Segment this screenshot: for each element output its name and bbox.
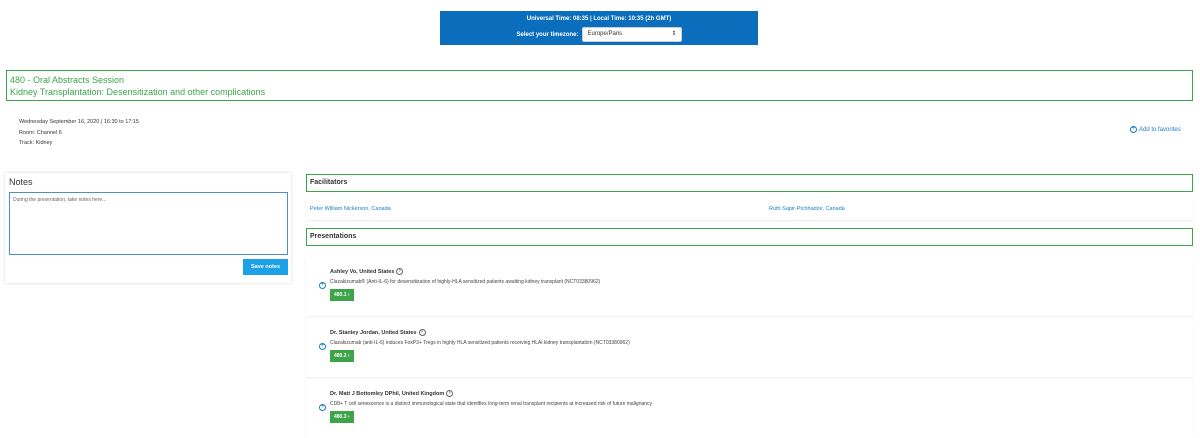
notes-textarea[interactable]: During the presentation, take notes here… [9,192,288,255]
presentation-title: CD8+ T cell senescence is a distinct imm… [330,401,653,407]
session-track: Track: Kidney [19,140,53,146]
session-meta: Wednesday September 16, 2020 | 16:30 to … [19,117,139,149]
arrow-circle-icon: › [418,329,426,336]
facilitator-link[interactable]: Ruth Sapir-Pichhadze, Canada [769,206,845,212]
presentation-author[interactable]: Dr. Matt J Bottomley DPhil, United Kingd… [330,390,454,397]
expand-plus-icon[interactable]: + [319,404,326,411]
timezone-select[interactable]: Europe/Paris ⇕ [581,27,682,42]
facilitators-heading: Facilitators [306,174,1193,192]
plus-circle-icon: + [1130,126,1137,133]
notes-panel: Notes During the presentation, take note… [5,173,291,283]
presentation-item: Ashley Vo, United States › + Clazakizuma… [306,258,1193,316]
timezone-bar: Universal Time: 08:35 | Local Time: 10:3… [440,11,758,45]
session-room: Room: Channel 6 [19,129,62,136]
session-number: 480 - Oral Abstracts Session [10,75,125,85]
expand-plus-icon[interactable]: + [319,282,326,289]
save-notes-button[interactable]: Save notes [243,259,288,275]
session-title: Kidney Transplantation: Desensitization … [10,87,266,97]
arrow-circle-icon: › [446,390,454,397]
arrow-circle-icon: › [396,268,404,275]
notes-title: Notes [9,177,33,187]
expand-plus-icon[interactable]: + [319,343,326,350]
presentation-item: Dr. Stanley Jordan, United States › + Cl… [306,319,1193,377]
facilitator-link[interactable]: Peter William Nickerson, Canada [310,206,391,212]
timezone-select-value: Europe/Paris [587,31,623,37]
presentation-item: Dr. Matt J Bottomley DPhil, United Kingd… [306,380,1193,438]
presentations-heading: Presentations [306,228,1193,246]
add-to-favorites-label: Add to favorites [1139,126,1181,133]
author-name: Dr. Stanley Jordan, United States [330,329,417,336]
presentation-title: Clazakizumab (anti-IL-6) induces FoxP3+ … [330,340,630,346]
presentation-code-badge[interactable]: 480.3 › [330,411,354,423]
time-display: Universal Time: 08:35 | Local Time: 10:3… [526,16,672,22]
presentation-author[interactable]: Ashley Vo, United States › [330,268,404,275]
presentation-code-badge[interactable]: 480.1 › [330,289,354,301]
chevron-updown-icon: ⇕ [671,31,677,37]
session-header: 480 - Oral Abstracts Session Kidney Tran… [6,70,1193,101]
presentation-author[interactable]: Dr. Stanley Jordan, United States › [330,329,426,336]
add-to-favorites-link[interactable]: + Add to favorites [1130,126,1181,133]
author-name: Ashley Vo, United States [330,268,395,275]
presentation-code: 480.2 [334,353,347,359]
presentation-code: 480.1 [334,292,347,298]
session-date: Wednesday September 16, 2020 | 16:30 to … [19,119,139,125]
timezone-label: Select your timezone: [516,31,579,38]
presentation-code-badge[interactable]: 480.2 › [330,350,354,362]
author-name: Dr. Matt J Bottomley DPhil, United Kingd… [330,390,445,397]
presentation-title: Clazakizumab® (Anti-IL-6) for desensitiz… [330,279,601,285]
presentation-code: 480.3 [334,414,347,420]
facilitators-list: Peter William Nickerson, Canada Ruth Sap… [306,192,1193,220]
